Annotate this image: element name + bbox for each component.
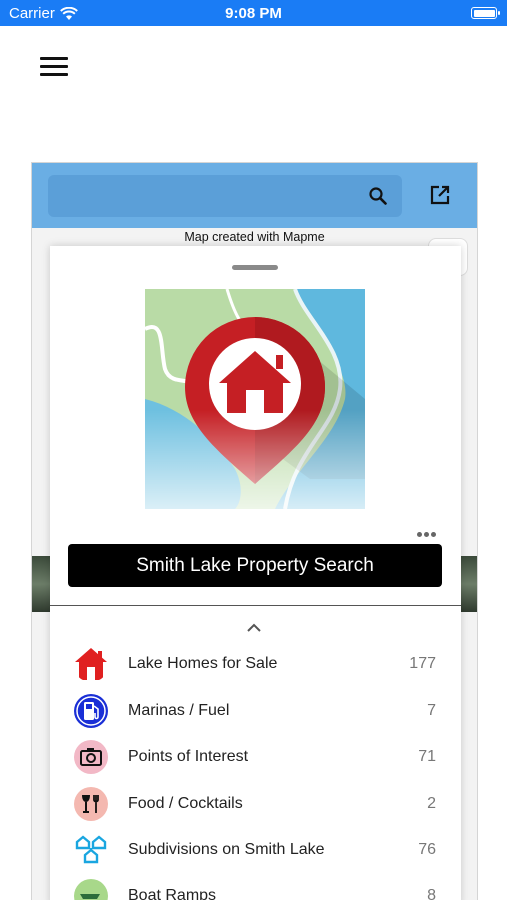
list-item[interactable]: Marinas / Fuel 7 [50,689,461,735]
house-icon [75,648,107,680]
fuel-pump-icon [74,694,108,728]
category-label: Subdivisions on Smith Lake [128,841,325,858]
home-map-pin-icon [145,289,365,509]
sheet-drag-handle[interactable] [232,265,278,270]
category-label: Boat Ramps [128,887,217,900]
search-icon[interactable] [368,186,388,206]
glass-fork-icon [74,787,108,821]
map-attribution: Map created with Mapme [184,230,325,244]
camera-icon [74,740,108,774]
houses-cluster-icon [75,835,107,864]
category-label: Marinas / Fuel [128,702,230,719]
bottom-sheet: Smith Lake Property Search Lake Homes fo… [50,246,461,900]
category-label: Food / Cocktails [128,795,243,812]
category-count: 8 [427,887,436,900]
category-count: 71 [418,748,436,765]
battery-icon [471,7,500,19]
category-label: Lake Homes for Sale [128,655,278,672]
hamburger-menu-icon[interactable] [40,57,68,81]
list-item[interactable]: Boat Ramps 8 [50,874,461,900]
boat-ramp-icon [74,879,108,900]
list-item[interactable]: Points of Interest 71 [50,735,461,781]
map-photo-edge-left [32,556,52,612]
category-count: 7 [427,702,436,719]
map-search-input[interactable] [48,175,402,217]
chevron-up-icon[interactable] [246,623,262,633]
category-count: 2 [427,795,436,812]
status-bar: Carrier 9:08 PM [0,0,507,26]
list-item[interactable]: Subdivisions on Smith Lake 76 [50,828,461,874]
category-count: 177 [409,655,436,672]
list-item[interactable]: Food / Cocktails 2 [50,782,461,828]
list-item[interactable]: Lake Homes for Sale 177 [50,642,461,688]
status-time: 9:08 PM [225,5,282,22]
more-horizontal-icon[interactable] [417,524,439,537]
sheet-divider [50,605,461,606]
map-toolbar [32,163,477,228]
open-in-new-icon[interactable] [429,184,451,206]
property-search-title-button[interactable]: Smith Lake Property Search [68,544,442,587]
category-count: 76 [418,841,436,858]
category-label: Points of Interest [128,748,249,765]
